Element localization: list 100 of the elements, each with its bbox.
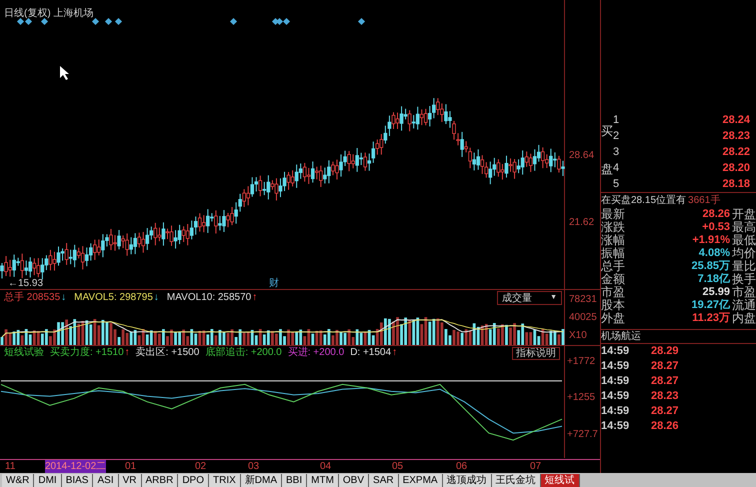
order-rank: 2 (613, 128, 620, 144)
stat-value: +1.91% (691, 233, 730, 248)
tick-time: 14:59 (601, 374, 630, 390)
trend-arrow: ↑ (392, 347, 398, 359)
date-axis-label: 05 (392, 460, 404, 473)
volume-axis-label: X10 (569, 329, 588, 344)
date-axis-label: 04 (320, 460, 332, 473)
tick-price: 28.27 (651, 374, 679, 390)
stat-label: 金额 (601, 273, 626, 286)
price-axis-label: 28.64 (569, 149, 594, 163)
trend-arrow: ↑ (124, 347, 130, 359)
stat-label: 内盘 (732, 312, 756, 325)
indicator-tab[interactable]: 新DMA (240, 474, 282, 487)
indicator-legend-item: 短线试验 (4, 347, 44, 359)
stat-label: 量比 (732, 260, 756, 273)
indicator-tab[interactable]: BBI (282, 474, 308, 487)
indicator-tab[interactable]: ARBR (142, 474, 178, 487)
indicator-tab[interactable]: SAR (369, 474, 399, 487)
order-price: 28.22 (721, 144, 751, 160)
indicator-tab[interactable]: ASI (93, 474, 119, 487)
stat-label: 最低 (732, 234, 756, 247)
stat-value: 19.27亿 (690, 298, 730, 312)
order-notice: 在买盘28.15位置有 (601, 194, 686, 208)
indicator-axis-label: +1772 (567, 356, 596, 368)
indicator-tab[interactable]: EXPMA (398, 474, 443, 487)
order-price: 28.23 (721, 128, 751, 144)
stat-value: +0.53 (701, 220, 730, 235)
order-price: 28.20 (721, 160, 751, 176)
indicator-tab[interactable]: 短线试 (540, 474, 580, 487)
stat-value: 25.99 (701, 285, 730, 299)
stat-label: 振幅 (601, 247, 626, 260)
tick-price: 28.27 (651, 404, 679, 420)
indicator-help-button[interactable]: 指标说明 (512, 346, 560, 360)
order-price: 28.18 (721, 176, 751, 192)
indicator-tab[interactable]: MTM (307, 474, 339, 487)
stat-label: 总手 (601, 260, 626, 273)
stat-label: 市盈 (601, 286, 626, 299)
volume-legend-item: MAVOL5: 298795 (74, 291, 153, 305)
indicator-legend-item: 卖出区: +1500 (136, 347, 200, 359)
volume-axis-label: 40025 (569, 310, 598, 325)
stat-label: 市盈 (732, 286, 756, 299)
order-amount: 3661手 (688, 194, 720, 208)
stat-value: 4.08% (698, 246, 730, 260)
order-rank: 5 (613, 176, 620, 192)
finance-event-mark: 财 (269, 276, 279, 291)
order-rank: 1 (613, 112, 620, 128)
stat-value: 7.18亿 (696, 272, 730, 287)
low-price-label: ←15.93 (8, 278, 44, 289)
date-axis-label: 03 (248, 460, 260, 473)
indicator-legend-item: 底部追击: +200.0 (205, 347, 282, 359)
order-price: 28.24 (721, 112, 751, 128)
indicator-tab[interactable]: VR (118, 474, 142, 487)
stat-label: 最高 (732, 221, 756, 234)
stat-value: 25.85万 (690, 259, 730, 273)
indicator-tab[interactable]: DMI (34, 474, 62, 487)
tick-time: 14:59 (601, 419, 630, 434)
date-axis-label: 06 (456, 460, 468, 473)
stat-label: 流通 (732, 299, 756, 312)
tick-price: 28.23 (651, 389, 679, 404)
indicator-axis-label: +727.7 (567, 428, 598, 441)
date-axis-label: 07 (530, 460, 542, 473)
stat-label: 开盘 (732, 208, 756, 221)
tick-price: 28.29 (651, 344, 679, 360)
date-axis-label: 11 (5, 460, 16, 473)
volume-legend-item: 总手 208535 (4, 290, 60, 305)
indicator-tab[interactable]: BIAS (62, 474, 94, 487)
date-axis-label: 2014-12-02二 (45, 460, 106, 473)
bid-side-label: 买盘 (601, 123, 613, 178)
stat-label: 涨幅 (601, 234, 626, 247)
indicator-legend-item: 买进: +200.0 (288, 347, 344, 359)
trend-arrow: ↓ (154, 291, 159, 305)
indicator-tab[interactable]: OBV (338, 474, 370, 487)
tick-price: 28.26 (651, 419, 679, 434)
indicator-tab[interactable]: W&R (2, 474, 34, 487)
stat-label: 外盘 (601, 312, 626, 325)
date-axis-label: 02 (195, 460, 206, 473)
stat-label: 换手 (732, 273, 756, 286)
indicator-tab[interactable]: 王氏金坑 (492, 474, 541, 487)
indicator-legend-item: D: +1504 (350, 347, 392, 359)
order-rank: 3 (613, 144, 620, 160)
trend-arrow: ↑ (252, 291, 258, 305)
tick-time: 14:59 (601, 344, 630, 360)
indicator-tab[interactable]: 逃顶成功 (442, 474, 492, 487)
chart-title: 日线(复权) 上海机场 (4, 6, 94, 21)
price-axis-label: 21.62 (569, 216, 594, 230)
stat-label: 均价 (732, 247, 756, 260)
indicator-tab[interactable]: TRIX (208, 474, 241, 487)
trend-arrow: ↓ (61, 291, 66, 305)
volume-legend-item: MAVOL10: 258570 (166, 291, 252, 305)
tick-time: 14:59 (601, 359, 630, 374)
stat-value: 11.23万 (691, 311, 730, 326)
indicator-axis-label: +1255 (567, 392, 596, 404)
indicator-legend-item: 买卖力度: +1510 (50, 347, 124, 359)
volume-axis-label: 78231 (569, 292, 598, 307)
stat-label: 股本 (601, 299, 626, 312)
indicator-tab[interactable]: DPO (178, 474, 209, 487)
stat-value: 28.26 (701, 207, 730, 222)
date-axis-label: 01 (125, 460, 136, 473)
mouse-cursor-icon (60, 66, 69, 80)
stat-label: 最新 (601, 208, 626, 221)
